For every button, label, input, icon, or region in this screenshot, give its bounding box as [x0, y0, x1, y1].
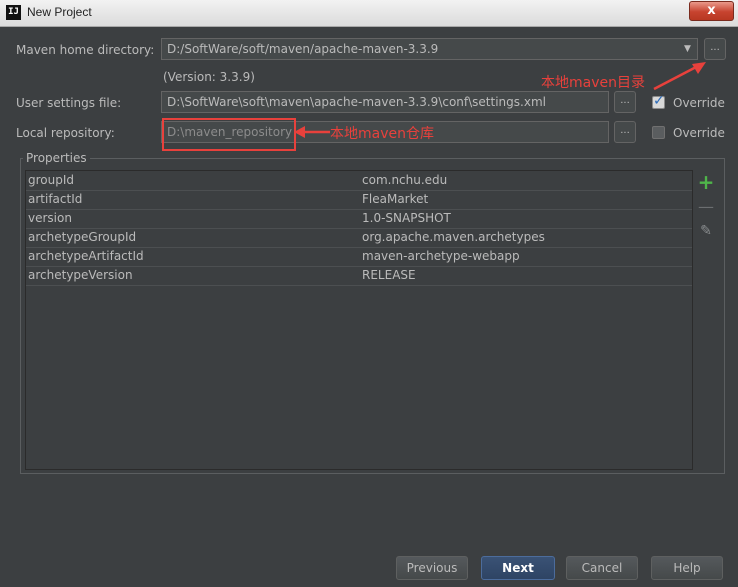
annotation-maven-directory: 本地maven目录 [541, 75, 645, 91]
property-key: version [28, 211, 72, 225]
property-value: 1.0-SNAPSHOT [362, 211, 451, 225]
local-repository-label: Local repository: [16, 126, 115, 140]
properties-table[interactable]: groupId com.nchu.edu artifactId FleaMark… [25, 170, 693, 470]
window-title: New Project [27, 5, 92, 19]
user-settings-override-checkbox[interactable]: ✓ [652, 93, 665, 109]
next-button[interactable]: Next [481, 556, 555, 580]
help-button[interactable]: Help [651, 556, 723, 580]
property-key: archetypeVersion [28, 268, 133, 282]
previous-button[interactable]: Previous [396, 556, 468, 580]
maven-home-browse-button[interactable]: ... [704, 38, 726, 60]
property-key: groupId [28, 173, 75, 187]
annotation-maven-repository: 本地maven仓库 [330, 126, 434, 142]
local-repository-override-checkbox[interactable] [652, 126, 665, 139]
add-property-icon[interactable]: + [697, 172, 715, 192]
user-settings-override-label: Override [673, 96, 725, 110]
property-value: org.apache.maven.archetypes [362, 230, 545, 244]
table-row[interactable]: archetypeGroupId org.apache.maven.archet… [26, 228, 692, 248]
local-repository-browse-button[interactable]: ... [614, 121, 636, 143]
title-bar: IJ New Project x [0, 0, 738, 27]
table-row[interactable]: archetypeVersion RELEASE [26, 266, 692, 286]
user-settings-browse-button[interactable]: ... [614, 91, 636, 113]
property-value: com.nchu.edu [362, 173, 448, 187]
annotation-arrow-icon [653, 62, 706, 91]
checkmark-icon: ✓ [653, 93, 665, 109]
property-value: RELEASE [362, 268, 416, 282]
window-close-button[interactable]: x [689, 1, 734, 21]
table-row[interactable]: archetypeArtifactId maven-archetype-weba… [26, 247, 692, 267]
cancel-button[interactable]: Cancel [566, 556, 638, 580]
remove-property-icon[interactable]: — [697, 198, 715, 216]
local-repository-override-label: Override [673, 126, 725, 140]
intellij-app-icon: IJ [6, 5, 21, 20]
property-key: artifactId [28, 192, 83, 206]
new-project-dialog: Maven home directory: D:/SoftWare/soft/m… [0, 27, 738, 587]
property-value: FleaMarket [362, 192, 429, 206]
maven-version-text: (Version: 3.3.9) [163, 70, 255, 84]
properties-legend: Properties [23, 151, 90, 165]
property-value: maven-archetype-webapp [362, 249, 520, 263]
property-key: archetypeArtifactId [28, 249, 144, 263]
user-settings-field[interactable]: D:\SoftWare\soft\maven\apache-maven-3.3.… [161, 91, 609, 113]
table-row[interactable]: groupId com.nchu.edu [26, 171, 692, 191]
chevron-down-icon[interactable]: ▼ [678, 38, 698, 60]
table-row[interactable]: artifactId FleaMarket [26, 190, 692, 210]
maven-home-combo[interactable]: D:/SoftWare/soft/maven/apache-maven-3.3.… [161, 38, 679, 60]
edit-property-icon[interactable]: ✎ [697, 222, 715, 240]
property-key: archetypeGroupId [28, 230, 137, 244]
maven-home-label: Maven home directory: [16, 43, 155, 57]
table-row[interactable]: version 1.0-SNAPSHOT [26, 209, 692, 229]
annotation-highlight-box [162, 118, 296, 151]
annotation-arrow-icon [294, 126, 330, 138]
user-settings-label: User settings file: [16, 96, 122, 110]
